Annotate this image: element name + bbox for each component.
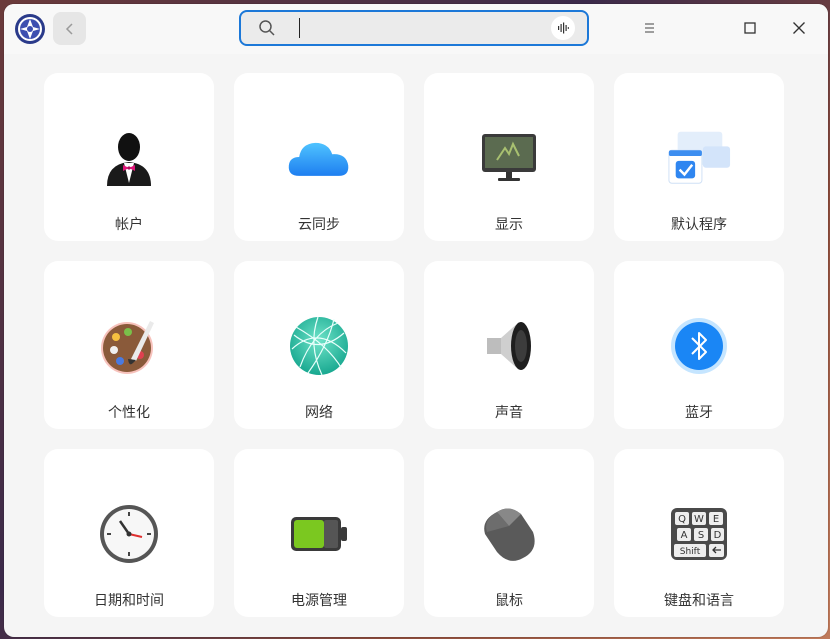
card-label: 鼠标 (495, 593, 523, 609)
network-globe-icon (286, 313, 352, 379)
palette-icon (96, 313, 162, 379)
key-e: E (713, 514, 719, 525)
maximize-icon (744, 22, 756, 34)
card-cloud-sync[interactable]: 云同步 (234, 73, 404, 241)
key-a: A (681, 530, 688, 541)
titlebar (4, 4, 828, 54)
card-sound[interactable]: 声音 (424, 261, 594, 429)
card-network[interactable]: 网络 (234, 261, 404, 429)
card-label: 键盘和语言 (664, 593, 734, 609)
card-label: 显示 (495, 217, 523, 233)
card-label: 网络 (305, 405, 333, 421)
card-label: 默认程序 (671, 217, 727, 233)
maximize-button[interactable] (739, 17, 761, 39)
card-keyboard[interactable]: Q W E A S D Shift 键盘和语言 (614, 449, 784, 617)
key-q: Q (678, 514, 686, 525)
display-icon (476, 125, 542, 191)
hamburger-menu-icon (645, 23, 654, 33)
card-label: 个性化 (108, 405, 150, 421)
voice-input-button[interactable] (551, 16, 575, 40)
card-bluetooth[interactable]: 蓝牙 (614, 261, 784, 429)
key-s: S (698, 530, 704, 541)
card-display[interactable]: 显示 (424, 73, 594, 241)
default-apps-icon (666, 125, 732, 191)
search-icon (259, 20, 275, 36)
clock-icon (96, 501, 162, 567)
menu-button[interactable] (638, 17, 660, 39)
card-label: 云同步 (298, 217, 340, 233)
card-label: 声音 (495, 405, 523, 421)
chevron-left-icon (65, 22, 73, 35)
close-icon (793, 22, 805, 34)
key-w: W (694, 514, 704, 525)
card-default-apps[interactable]: 默认程序 (614, 73, 784, 241)
speaker-icon (476, 313, 542, 379)
cloud-icon (286, 125, 352, 191)
card-mouse[interactable]: 鼠标 (424, 449, 594, 617)
card-label: 电源管理 (291, 593, 347, 609)
voice-wave-icon (558, 22, 569, 34)
keyboard-icon: Q W E A S D Shift (666, 501, 732, 567)
search-box[interactable] (239, 10, 589, 46)
card-date-time[interactable]: 日期和时间 (44, 449, 214, 617)
control-center-window: 帐户 云同步 显示 默认程序 个性化 网络 声音 蓝牙 日期和时间 电源管理 鼠… (4, 4, 828, 637)
search-input[interactable] (303, 12, 527, 46)
card-power[interactable]: 电源管理 (234, 449, 404, 617)
key-d: D (714, 530, 722, 541)
card-personalization[interactable]: 个性化 (44, 261, 214, 429)
card-label: 蓝牙 (685, 405, 713, 421)
app-logo-icon (14, 13, 46, 45)
close-button[interactable] (788, 17, 810, 39)
battery-icon (286, 501, 352, 567)
mouse-icon (476, 501, 542, 567)
bluetooth-icon (666, 313, 732, 379)
card-label: 帐户 (115, 217, 143, 233)
text-caret (299, 18, 300, 38)
back-button[interactable] (53, 12, 86, 45)
account-icon (96, 125, 162, 191)
card-account[interactable]: 帐户 (44, 73, 214, 241)
card-label: 日期和时间 (94, 593, 164, 609)
key-shift: Shift (680, 547, 701, 557)
